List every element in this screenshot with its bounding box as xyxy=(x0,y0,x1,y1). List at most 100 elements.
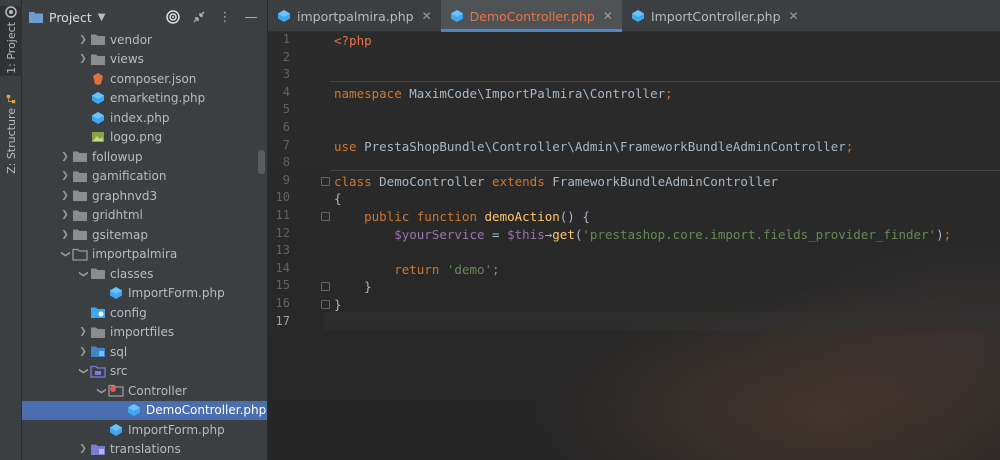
project-tree-scrollbar[interactable] xyxy=(258,150,265,174)
structure-tool-tab-label: Z: Structure xyxy=(4,108,18,174)
code-token: () { xyxy=(559,209,590,224)
code-line[interactable]: { xyxy=(334,190,342,208)
more-options-icon[interactable]: ⋮ xyxy=(217,9,233,25)
chevron-down-icon[interactable]: ❯ xyxy=(60,247,70,261)
chevron-right-icon[interactable]: ❯ xyxy=(76,347,90,357)
code-token: $this xyxy=(507,226,545,242)
tree-item-selected[interactable]: DemoController.php xyxy=(22,400,267,420)
tree-item-label: emarketing.php xyxy=(110,91,206,106)
tree-item[interactable]: ImportForm.php xyxy=(22,284,267,304)
chevron-right-icon[interactable]: ❯ xyxy=(58,152,72,162)
tree-item[interactable]: ❯ src xyxy=(22,362,267,382)
code-token: ; xyxy=(665,85,673,101)
tree-item-label: gsitemap xyxy=(92,227,148,242)
json-file-icon xyxy=(90,72,106,86)
code-token: ) xyxy=(936,226,944,242)
folder-icon xyxy=(90,325,106,339)
chevron-right-icon[interactable]: ❯ xyxy=(76,444,90,454)
chevron-right-icon[interactable]: ❯ xyxy=(58,210,72,220)
php-file-icon xyxy=(90,111,106,125)
tree-item[interactable]: ❯ gridhtml xyxy=(22,206,267,226)
line-number: 8 xyxy=(282,155,290,170)
chevron-down-icon[interactable]: ❯ xyxy=(78,267,88,281)
locate-target-icon[interactable] xyxy=(165,9,181,25)
editor-tab-label: DemoController.php xyxy=(469,8,595,24)
project-view-dropdown-icon[interactable]: ▼ xyxy=(98,12,106,23)
chevron-right-icon[interactable]: ❯ xyxy=(76,35,90,45)
close-tab-icon[interactable]: ✕ xyxy=(603,9,613,23)
close-tab-icon[interactable]: ✕ xyxy=(422,9,432,23)
tree-item[interactable]: config xyxy=(22,303,267,323)
chevron-right-icon[interactable]: ❯ xyxy=(58,171,72,181)
editor-tab[interactable]: ImportController.php ✕ xyxy=(622,0,808,32)
editor-tab-bar: importpalmira.php ✕ DemoController.php ✕ Imp… xyxy=(268,0,1000,32)
tree-item[interactable]: ImportForm.php xyxy=(22,420,267,440)
tree-item[interactable]: composer.json xyxy=(22,69,267,89)
line-number: 11 xyxy=(275,208,290,222)
tree-item[interactable]: ❯ gamification xyxy=(22,167,267,187)
fold-marker-icon[interactable] xyxy=(321,176,330,186)
code-token: class xyxy=(334,173,380,189)
tree-item[interactable]: ❯ followup xyxy=(22,147,267,167)
tree-item-label: classes xyxy=(110,266,154,281)
tree-item[interactable]: ❯ Controller xyxy=(22,381,267,401)
php-file-icon xyxy=(126,403,142,417)
close-tab-icon[interactable]: ✕ xyxy=(789,9,799,23)
tree-item[interactable]: ❯ graphnvd3 xyxy=(22,186,267,206)
tree-item-label: graphnvd3 xyxy=(92,188,158,203)
tool-window-strip: 1: Project Z: Structure xyxy=(0,0,22,460)
code-line[interactable]: class DemoController extends FrameworkBu… xyxy=(334,173,778,191)
tree-item[interactable]: ❯ sql xyxy=(22,342,267,362)
tree-item[interactable]: index.php xyxy=(22,108,267,128)
tree-item[interactable]: ❯ views xyxy=(22,50,267,70)
tree-item[interactable]: ❯ importpalmira xyxy=(22,245,267,265)
chevron-right-icon[interactable]: ❯ xyxy=(76,327,90,337)
folder-open-icon xyxy=(72,247,88,261)
code-line[interactable]: $yourService = $this→get('prestashop.cor… xyxy=(334,226,951,244)
code-line[interactable]: <?php xyxy=(334,32,372,50)
class-separator xyxy=(330,170,1000,171)
project-tool-tab[interactable]: 1: Project xyxy=(0,6,22,76)
fold-marker-icon[interactable] xyxy=(321,300,330,309)
editor-tab-active[interactable]: DemoController.php ✕ xyxy=(440,0,622,32)
code-line[interactable]: } xyxy=(334,296,342,314)
chevron-right-icon[interactable]: ❯ xyxy=(58,230,72,240)
tree-item[interactable]: ❯ importfiles xyxy=(22,323,267,343)
code-line[interactable]: return 'demo'; xyxy=(334,261,499,279)
hide-panel-icon[interactable]: — xyxy=(243,9,259,25)
project-panel-title[interactable]: Project xyxy=(49,10,92,25)
code-editor[interactable]: 1 2 3 4 5 6 7 8 9 10 11 12 13 14 15 16 17 <?php namespace… xyxy=(268,32,1000,460)
tree-item[interactable]: emarketing.php xyxy=(22,89,267,109)
php-file-icon xyxy=(631,9,645,23)
code-token: demoAction xyxy=(484,209,560,224)
tree-item[interactable]: logo.png xyxy=(22,128,267,148)
structure-tool-tab[interactable]: Z: Structure xyxy=(0,94,22,174)
chevron-right-icon[interactable]: ❯ xyxy=(58,191,72,201)
code-line[interactable]: } xyxy=(334,278,372,296)
code-token: 'prestashop.core.import.fields_provider_… xyxy=(582,226,937,242)
collapse-all-icon[interactable] xyxy=(191,9,207,25)
code-token: { xyxy=(334,191,342,207)
chevron-down-icon[interactable]: ❯ xyxy=(96,384,106,398)
fold-marker-icon[interactable] xyxy=(321,282,330,292)
code-line[interactable]: public function demoAction() { xyxy=(334,208,590,226)
code-line[interactable]: namespace MaximCode\ImportPalmira\Contro… xyxy=(334,85,673,103)
line-number-gutter: 1 2 3 4 5 6 7 8 9 10 11 12 13 14 15 16 17 xyxy=(268,32,330,460)
line-number: 15 xyxy=(275,278,290,293)
tree-item[interactable]: ❯ classes xyxy=(22,264,267,284)
tree-item-label: importpalmira xyxy=(92,247,178,262)
code-line[interactable]: use PrestaShopBundle\Controller\Admin\Fr… xyxy=(334,138,853,156)
php-file-icon xyxy=(450,9,464,23)
tree-item[interactable]: ❯ gsitemap xyxy=(22,225,267,245)
code-token: = xyxy=(484,226,508,242)
tree-item-label: composer.json xyxy=(110,71,197,86)
php-file-icon xyxy=(277,9,291,23)
chevron-down-icon[interactable]: ❯ xyxy=(78,364,88,378)
editor-tab[interactable]: importpalmira.php ✕ xyxy=(268,0,441,32)
chevron-right-icon[interactable]: ❯ xyxy=(76,54,90,64)
editor-tab-label: importpalmira.php xyxy=(297,8,414,24)
tree-item[interactable]: ❯ vendor xyxy=(22,30,267,50)
tree-item[interactable]: ❯ translations xyxy=(22,440,267,460)
fold-marker-icon[interactable] xyxy=(321,212,330,221)
line-number: 14 xyxy=(275,260,290,275)
